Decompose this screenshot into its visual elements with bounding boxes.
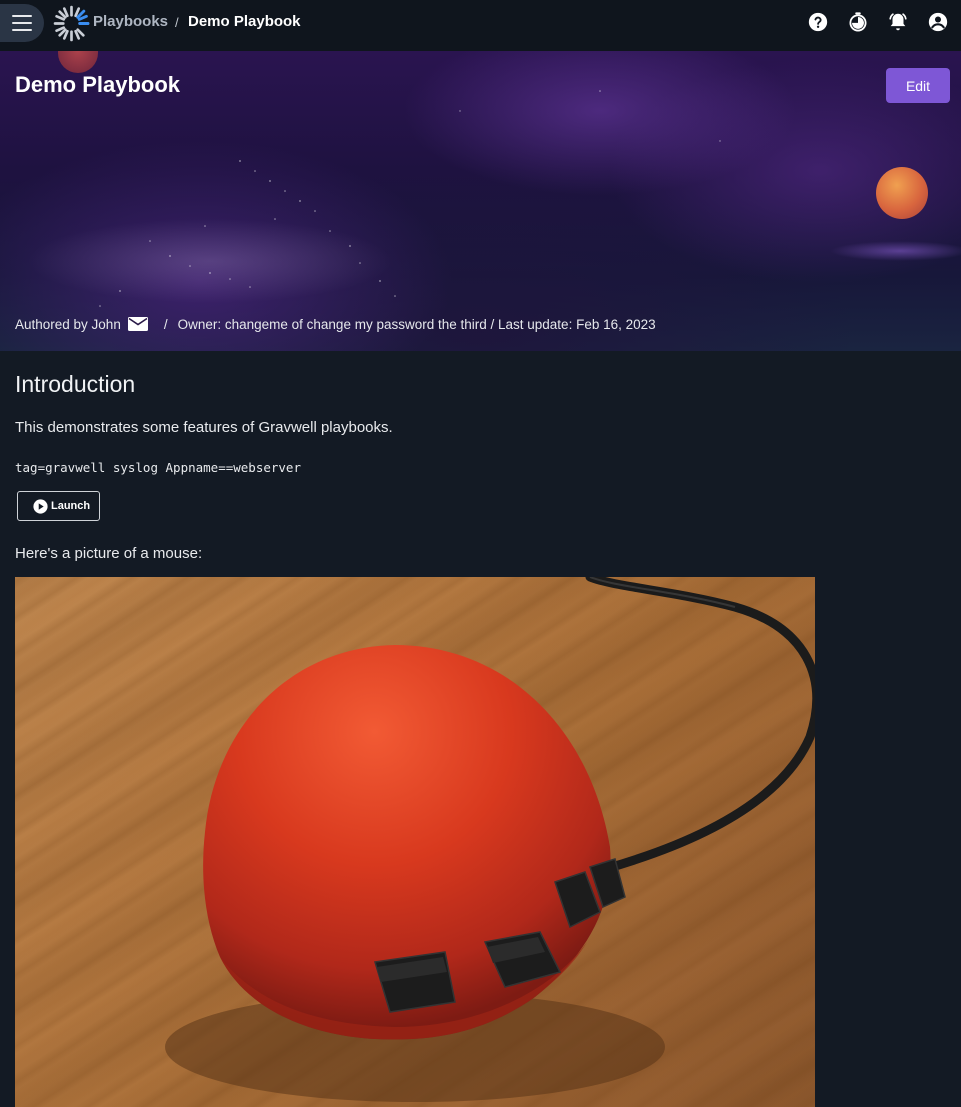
metadata-separator: / — [163, 316, 168, 332]
notifications-icon[interactable] — [887, 11, 909, 33]
author-label: Authored by John — [15, 316, 121, 332]
owner-and-update-label: Owner: changeme of change my password th… — [177, 316, 656, 332]
launch-label: Launch — [51, 500, 91, 512]
paragraph: This demonstrates some features of Gravw… — [15, 419, 393, 436]
playbook-metadata: Authored by John / Owner: changeme of ch… — [15, 315, 656, 333]
query-code: tag=gravwell syslog Appname==webserver — [15, 460, 301, 475]
email-icon[interactable] — [127, 316, 149, 332]
breadcrumb-playbooks-link[interactable]: Playbooks — [93, 13, 168, 30]
mouse-photo — [15, 577, 815, 1107]
page-title: Demo Playbook — [15, 72, 181, 97]
section-heading: Introduction — [15, 371, 136, 397]
account-icon[interactable] — [927, 11, 949, 33]
hamburger-icon — [12, 15, 32, 31]
breadcrumb-separator: / — [175, 15, 179, 30]
help-icon[interactable] — [807, 11, 829, 33]
play-icon — [33, 498, 48, 514]
menu-button[interactable] — [0, 4, 44, 42]
breadcrumb-current: Demo Playbook — [188, 13, 301, 30]
top-bar: Playbooks / Demo Playbook — [0, 0, 961, 51]
edit-button[interactable]: Edit — [886, 68, 950, 103]
launch-query-button[interactable]: Launch — [17, 491, 100, 521]
playbook-hero-banner: Demo Playbook Edit Authored by John / Ow… — [0, 51, 961, 351]
gravwell-logo-icon[interactable] — [53, 5, 90, 42]
paragraph: Here's a picture of a mouse: — [15, 545, 203, 562]
timer-icon[interactable] — [847, 11, 869, 33]
